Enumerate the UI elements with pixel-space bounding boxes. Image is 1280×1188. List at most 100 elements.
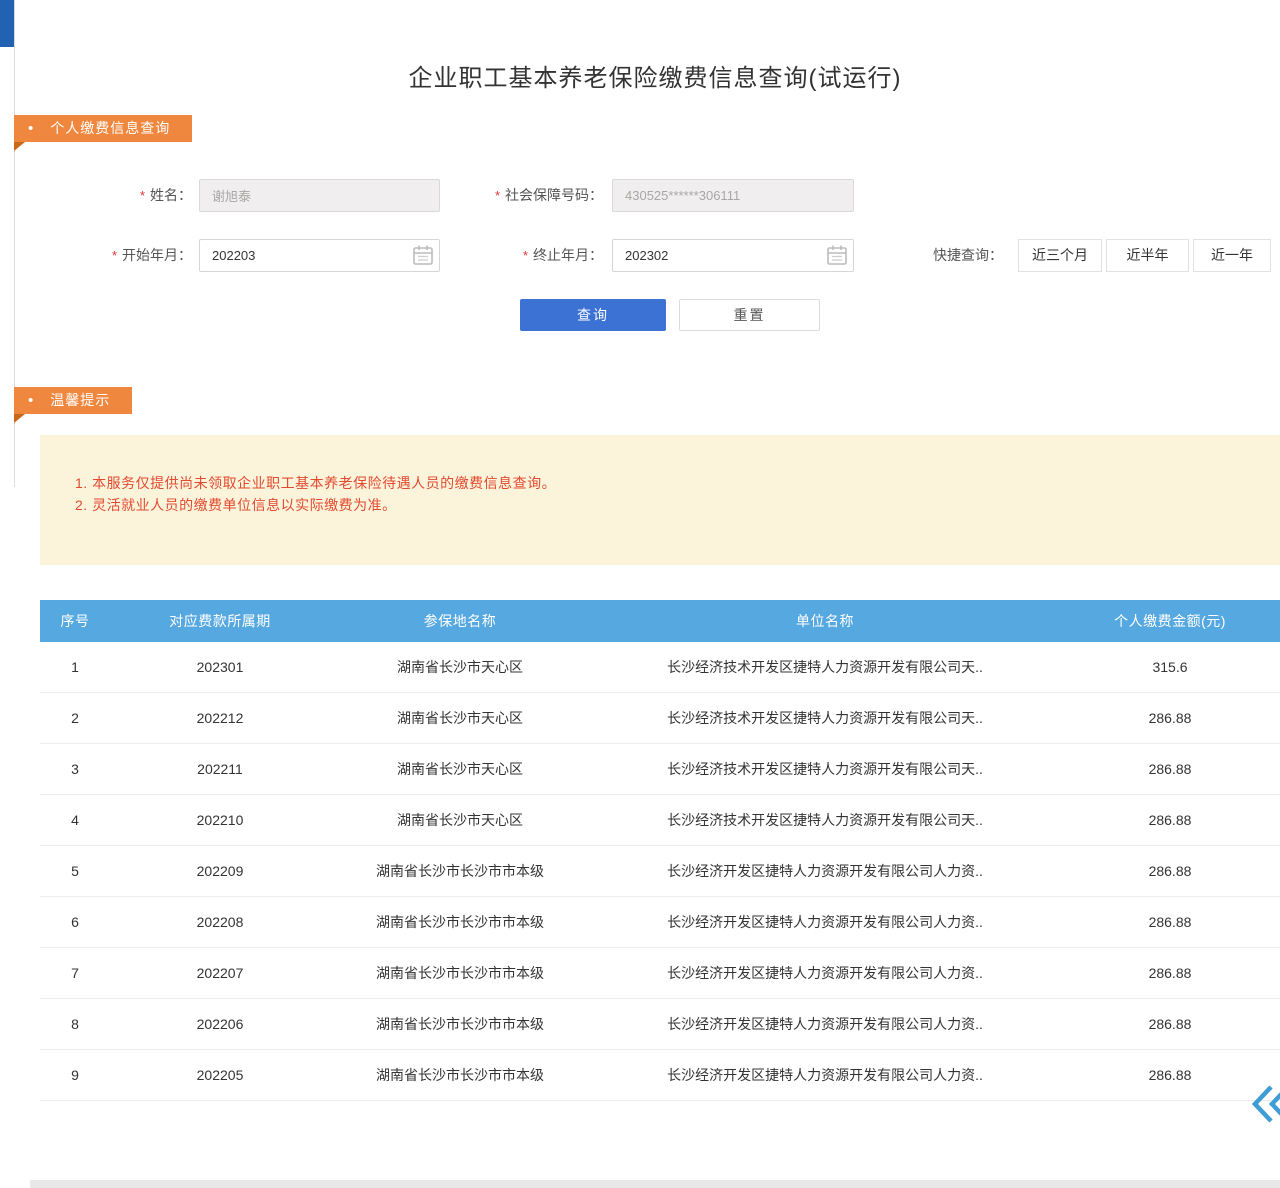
quick-query-group: 近三个月 近半年 近一年 [1018, 239, 1271, 272]
start-date-input[interactable] [199, 239, 440, 272]
name-label-text: 姓名： [150, 187, 192, 203]
cell-index: 9 [40, 1050, 110, 1101]
table-row: 3 202211 湖南省长沙市天心区 长沙经济技术开发区捷特人力资源开发有限公司… [40, 744, 1280, 795]
reset-button[interactable]: 重置 [679, 299, 820, 331]
name-label: * 姓名： [60, 179, 192, 212]
ssn-label-text: 社会保障号码： [505, 187, 603, 203]
cell-insured-place: 湖南省长沙市长沙市市本级 [330, 999, 590, 1050]
cell-period: 202207 [110, 948, 330, 999]
top-left-accent-block [0, 0, 15, 47]
cell-employer: 长沙经济开发区捷特人力资源开发有限公司人力资.. [590, 948, 1060, 999]
quick-range-button[interactable]: 近三个月 [1018, 239, 1102, 272]
cell-insured-place: 湖南省长沙市天心区 [330, 642, 590, 693]
query-button[interactable]: 查询 [520, 299, 666, 331]
cell-amount: 286.88 [1060, 1050, 1280, 1101]
cell-period: 202208 [110, 897, 330, 948]
quick-range-button[interactable]: 近半年 [1106, 239, 1189, 272]
table-row: 9 202205 湖南省长沙市长沙市市本级 长沙经济开发区捷特人力资源开发有限公… [40, 1050, 1280, 1101]
quick-query-label: 快捷查询： [933, 239, 1003, 272]
end-date-label-text: 终止年月： [533, 247, 603, 263]
cell-insured-place: 湖南省长沙市天心区 [330, 693, 590, 744]
table-row: 6 202208 湖南省长沙市长沙市市本级 长沙经济开发区捷特人力资源开发有限公… [40, 897, 1280, 948]
cell-index: 2 [40, 693, 110, 744]
page: 企业职工基本养老保险缴费信息查询(试运行) • 个人缴费信息查询 * 姓名： * 社会… [0, 0, 1280, 1188]
cell-insured-place: 湖南省长沙市长沙市市本级 [330, 1050, 590, 1101]
cell-amount: 286.88 [1060, 897, 1280, 948]
cell-insured-place: 湖南省长沙市长沙市市本级 [330, 897, 590, 948]
notice-box: 1. 本服务仅提供尚未领取企业职工基本养老保险待遇人员的缴费信息查询。 2. 灵… [40, 435, 1280, 565]
section-label-text: 温馨提示 [50, 392, 110, 408]
col-amount: 个人缴费金额(元) [1060, 600, 1280, 642]
cell-amount: 286.88 [1060, 744, 1280, 795]
cell-period: 202205 [110, 1050, 330, 1101]
horizontal-scrollbar-track[interactable] [30, 1180, 1280, 1188]
cell-employer: 长沙经济技术开发区捷特人力资源开发有限公司天.. [590, 744, 1060, 795]
required-mark: * [112, 248, 117, 263]
ssn-field [612, 179, 854, 212]
cell-amount: 315.6 [1060, 642, 1280, 693]
cell-index: 8 [40, 999, 110, 1050]
name-field [199, 179, 440, 212]
cell-period: 202212 [110, 693, 330, 744]
cell-index: 6 [40, 897, 110, 948]
col-insured-place: 参保地名称 [330, 600, 590, 642]
cell-period: 202206 [110, 999, 330, 1050]
cell-insured-place: 湖南省长沙市长沙市市本级 [330, 846, 590, 897]
table-row: 8 202206 湖南省长沙市长沙市市本级 长沙经济开发区捷特人力资源开发有限公… [40, 999, 1280, 1050]
section-label-personal-payment-query: • 个人缴费信息查询 [14, 115, 192, 142]
cell-employer: 长沙经济技术开发区捷特人力资源开发有限公司天.. [590, 795, 1060, 846]
section-label-text: 个人缴费信息查询 [50, 120, 170, 136]
cell-index: 5 [40, 846, 110, 897]
calendar-icon[interactable] [826, 244, 848, 266]
end-date-input[interactable] [612, 239, 854, 272]
cell-employer: 长沙经济开发区捷特人力资源开发有限公司人力资.. [590, 846, 1060, 897]
cell-period: 202301 [110, 642, 330, 693]
cell-amount: 286.88 [1060, 999, 1280, 1050]
cell-insured-place: 湖南省长沙市天心区 [330, 795, 590, 846]
cell-employer: 长沙经济开发区捷特人力资源开发有限公司人力资.. [590, 897, 1060, 948]
cell-amount: 286.88 [1060, 846, 1280, 897]
cell-employer: 长沙经济技术开发区捷特人力资源开发有限公司天.. [590, 642, 1060, 693]
bullet-icon: • [28, 115, 34, 142]
table-row: 5 202209 湖南省长沙市长沙市市本级 长沙经济开发区捷特人力资源开发有限公… [40, 846, 1280, 897]
table-row: 7 202207 湖南省长沙市长沙市市本级 长沙经济开发区捷特人力资源开发有限公… [40, 948, 1280, 999]
required-mark: * [140, 188, 145, 203]
cell-period: 202210 [110, 795, 330, 846]
cell-amount: 286.88 [1060, 693, 1280, 744]
cell-index: 1 [40, 642, 110, 693]
payment-table: 序号 对应费款所属期 参保地名称 单位名称 个人缴费金额(元) 1 202301… [40, 600, 1280, 1101]
table-row: 4 202210 湖南省长沙市天心区 长沙经济技术开发区捷特人力资源开发有限公司… [40, 795, 1280, 846]
cell-employer: 长沙经济开发区捷特人力资源开发有限公司人力资.. [590, 999, 1060, 1050]
start-date-label-text: 开始年月： [122, 247, 192, 263]
double-chevron-left-icon[interactable] [1252, 1084, 1280, 1124]
required-mark: * [495, 188, 500, 203]
cell-amount: 286.88 [1060, 795, 1280, 846]
table-header: 序号 对应费款所属期 参保地名称 单位名称 个人缴费金额(元) [40, 600, 1280, 642]
col-index: 序号 [40, 600, 110, 642]
cell-period: 202209 [110, 846, 330, 897]
col-period: 对应费款所属期 [110, 600, 330, 642]
cell-amount: 286.88 [1060, 948, 1280, 999]
cell-index: 3 [40, 744, 110, 795]
page-title: 企业职工基本养老保险缴费信息查询(试运行) [30, 58, 1280, 93]
table-row: 2 202212 湖南省长沙市天心区 长沙经济技术开发区捷特人力资源开发有限公司… [40, 693, 1280, 744]
table-row: 1 202301 湖南省长沙市天心区 长沙经济技术开发区捷特人力资源开发有限公司… [40, 642, 1280, 693]
quick-range-button[interactable]: 近一年 [1193, 239, 1271, 272]
section-label-tips: • 温馨提示 [14, 387, 132, 414]
required-mark: * [523, 248, 528, 263]
start-date-label: * 开始年月： [60, 239, 192, 272]
cell-period: 202211 [110, 744, 330, 795]
notice-line: 1. 本服务仅提供尚未领取企业职工基本养老保险待遇人员的缴费信息查询。 [75, 472, 1260, 494]
cell-index: 7 [40, 948, 110, 999]
cell-index: 4 [40, 795, 110, 846]
cell-employer: 长沙经济技术开发区捷特人力资源开发有限公司天.. [590, 693, 1060, 744]
col-employer: 单位名称 [590, 600, 1060, 642]
cell-insured-place: 湖南省长沙市长沙市市本级 [330, 948, 590, 999]
cell-employer: 长沙经济开发区捷特人力资源开发有限公司人力资.. [590, 1050, 1060, 1101]
ssn-label: * 社会保障号码： [420, 179, 603, 212]
cell-insured-place: 湖南省长沙市天心区 [330, 744, 590, 795]
notice-line: 2. 灵活就业人员的缴费单位信息以实际缴费为准。 [75, 494, 1260, 516]
end-date-label: * 终止年月： [420, 239, 603, 272]
table-body: 1 202301 湖南省长沙市天心区 长沙经济技术开发区捷特人力资源开发有限公司… [40, 642, 1280, 1101]
bullet-icon: • [28, 387, 34, 414]
